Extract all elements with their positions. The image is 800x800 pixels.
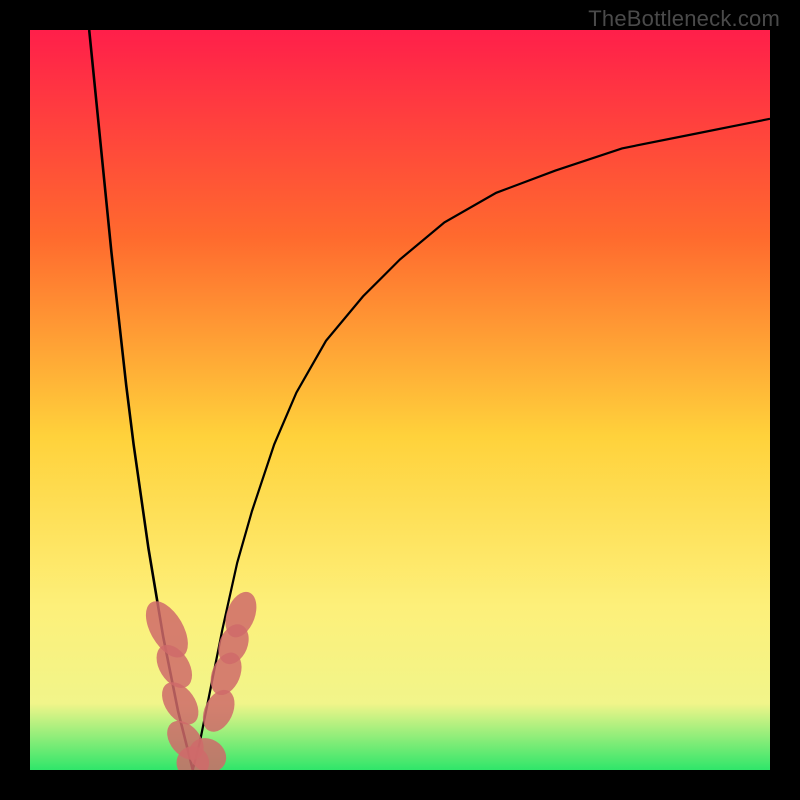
curves-layer [30, 30, 770, 770]
frame: TheBottleneck.com [0, 0, 800, 800]
marker-group [137, 588, 262, 770]
curve-right-branch [193, 119, 770, 770]
watermark-text: TheBottleneck.com [588, 6, 780, 32]
plot-area [30, 30, 770, 770]
